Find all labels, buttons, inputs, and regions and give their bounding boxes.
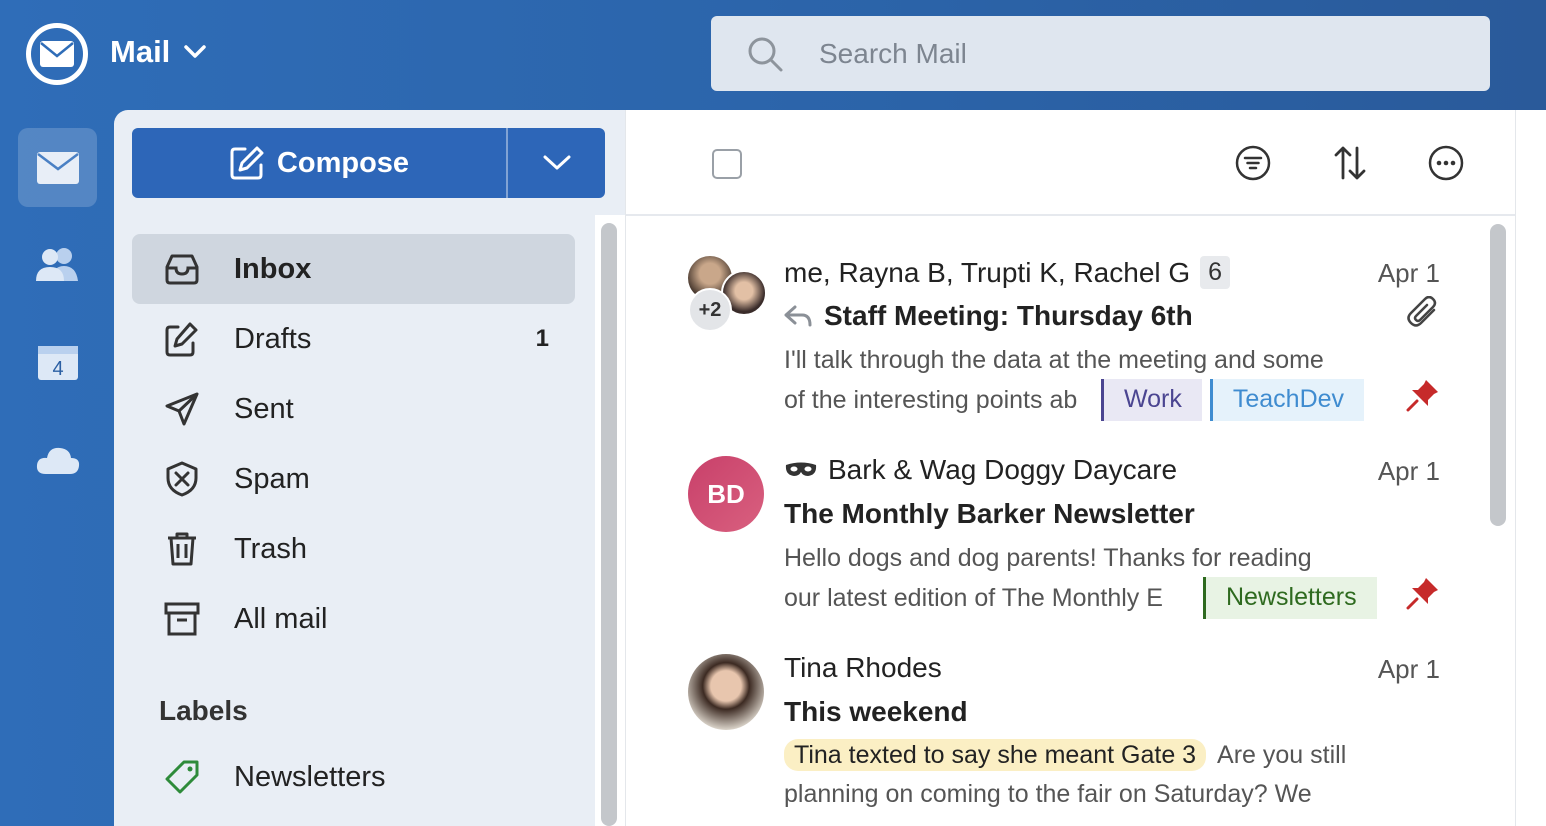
cloud-icon	[36, 447, 79, 474]
message-date: Apr 1	[1377, 456, 1440, 486]
trash-icon	[162, 529, 202, 569]
reply-icon	[784, 305, 812, 327]
spam-shield-icon	[162, 459, 202, 499]
extra-count: +2	[698, 298, 722, 321]
tag-newsletters[interactable]: Newsletters	[1203, 577, 1377, 619]
envelope-icon	[40, 41, 74, 67]
avatar	[688, 654, 764, 730]
inbox-icon	[162, 249, 202, 289]
preview-line: our latest edition of The Monthly E	[784, 583, 1163, 612]
message-date: Apr 1	[1377, 258, 1440, 288]
calendar-day: 4	[52, 358, 63, 380]
label-name: Newsletters	[234, 760, 386, 793]
folder-all-mail[interactable]: All mail	[132, 584, 575, 654]
select-all-checkbox[interactable]	[712, 149, 742, 179]
message-from: Bark & Wag Doggy Daycare	[828, 454, 1178, 485]
mask-icon	[785, 462, 817, 476]
chevron-down-icon	[543, 155, 570, 170]
scrollbar-thumb[interactable]	[1490, 224, 1506, 526]
compose-options-button[interactable]	[508, 128, 605, 198]
filter-button[interactable]	[1233, 143, 1273, 183]
app-title: Mail	[110, 34, 171, 69]
preview-line: planning on coming to the fair on Saturd…	[784, 780, 1312, 808]
compose-icon	[230, 146, 264, 180]
more-options-button[interactable]	[1426, 143, 1466, 183]
pin-icon[interactable]	[1406, 576, 1440, 610]
folder-name: Trash	[234, 532, 308, 565]
folder-list: Inbox Drafts 1 Sent Spam Trash All mail	[132, 234, 575, 654]
rail-cloud[interactable]	[18, 420, 97, 499]
app-switcher[interactable]: Mail	[110, 34, 207, 70]
paperclip-icon	[1407, 296, 1437, 327]
folder-name: Spam	[234, 462, 310, 495]
folder-trash[interactable]: Trash	[132, 514, 575, 584]
sort-button[interactable]	[1330, 143, 1370, 183]
compose-group: Compose	[132, 128, 605, 198]
search-icon	[745, 34, 785, 74]
label-newsletters[interactable]: Newsletters	[132, 742, 575, 812]
message-row[interactable]: +2 me, Rayna B, Trupti K, Rachel G 6 Apr…	[688, 256, 1440, 426]
list-scrollbar[interactable]	[1484, 216, 1516, 826]
folder-spam[interactable]: Spam	[132, 444, 575, 514]
folder-count: 1	[535, 325, 549, 352]
search-input[interactable]	[819, 37, 1419, 70]
more-icon	[1428, 145, 1464, 181]
sent-icon	[162, 389, 202, 429]
rail-mail[interactable]	[18, 128, 97, 207]
tag-icon	[162, 757, 202, 797]
message-subject: This weekend	[784, 696, 968, 727]
folder-sent[interactable]: Sent	[132, 374, 575, 444]
compose-label: Compose	[276, 146, 410, 179]
preview-line: I'll talk through the data at the meetin…	[784, 346, 1324, 374]
folder-inbox[interactable]: Inbox	[132, 234, 575, 304]
folder-name: Inbox	[234, 252, 312, 285]
mail-icon	[36, 151, 79, 184]
reading-pane-edge	[1515, 110, 1546, 826]
avatar: BD	[688, 456, 764, 532]
folder-drafts[interactable]: Drafts 1	[132, 304, 575, 374]
message-preview: I'll talk through the data at the meetin…	[784, 342, 1365, 421]
sort-icon	[1334, 146, 1366, 180]
search-bar[interactable]	[711, 16, 1490, 91]
preview-line: of the interesting points ab	[784, 385, 1078, 414]
message-preview: Tina texted to say she meant Gate 3 Are …	[784, 736, 1346, 814]
extra-participants-badge: +2	[688, 288, 732, 332]
sidebar-scrollbar[interactable]	[595, 215, 625, 826]
preview-line: Hello dogs and dog parents! Thanks for r…	[784, 544, 1312, 572]
message-preview: Hello dogs and dog parents! Thanks for r…	[784, 540, 1377, 619]
archive-icon	[162, 599, 202, 639]
group-avatar: +2	[688, 256, 768, 336]
rail-contacts[interactable]	[18, 224, 97, 303]
message-from: me, Rayna B, Trupti K, Rachel G	[784, 256, 1191, 288]
list-toolbar	[626, 110, 1515, 216]
preview-line: Are you still	[1217, 741, 1347, 769]
folder-name: Sent	[234, 392, 294, 425]
highlight-snippet: Tina texted to say she meant Gate 3	[784, 739, 1207, 771]
avatar-initials: BD	[707, 478, 745, 509]
folder-name: Drafts	[234, 322, 312, 355]
message-from: Tina Rhodes	[784, 652, 942, 683]
rail-calendar[interactable]: 4	[18, 322, 97, 401]
calendar-icon: 4	[37, 345, 78, 380]
message-list-pane: +2 me, Rayna B, Trupti K, Rachel G 6 Apr…	[625, 110, 1515, 826]
drafts-icon	[162, 319, 202, 359]
scrollbar-thumb[interactable]	[601, 223, 617, 826]
folder-name: All mail	[234, 602, 328, 635]
message-date: Apr 1	[1377, 654, 1440, 684]
sidebar: Compose Inbox Drafts 1 Sent Spam Trash A…	[114, 110, 625, 826]
labels-heading: Labels	[159, 695, 248, 726]
thread-count-badge: 6	[1200, 256, 1231, 289]
filter-icon	[1235, 145, 1271, 181]
message-subject: Staff Meeting: Thursday 6th	[824, 300, 1193, 331]
chevron-down-icon	[184, 45, 207, 58]
app-logo[interactable]	[26, 23, 88, 85]
contacts-icon	[35, 247, 78, 281]
compose-button[interactable]: Compose	[132, 128, 508, 198]
message-subject: The Monthly Barker Newsletter	[784, 498, 1195, 529]
tag-teachdev[interactable]: TeachDev	[1209, 379, 1365, 421]
tag-work[interactable]: Work	[1101, 379, 1202, 421]
message-row[interactable]: BD Bark & Wag Doggy Daycare Apr 1 The Mo…	[688, 454, 1440, 624]
pin-icon[interactable]	[1406, 378, 1440, 412]
message-row[interactable]: Tina Rhodes Apr 1 This weekend Tina text…	[688, 652, 1440, 826]
